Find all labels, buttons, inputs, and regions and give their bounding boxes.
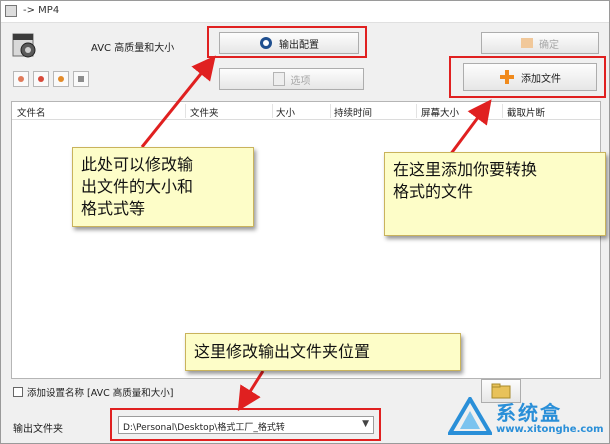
- highlight-output-config: [207, 26, 367, 58]
- annotation-line: 出文件的大小和: [81, 177, 194, 196]
- delete-icon[interactable]: [33, 71, 49, 87]
- column-header-screen-size[interactable]: 屏幕大小: [421, 105, 459, 119]
- column-divider: [185, 104, 186, 118]
- play-icon[interactable]: [53, 71, 69, 87]
- add-setting-name-checkbox[interactable]: [13, 387, 23, 397]
- image-icon[interactable]: [13, 71, 29, 87]
- annotation-output-folder: 这里修改输出文件夹位置: [185, 333, 461, 371]
- highlight-add-file: [449, 56, 606, 98]
- annotation-line: 此处可以修改输: [81, 155, 194, 174]
- options-button[interactable]: 选项: [219, 68, 364, 90]
- watermark-name: 系统盒: [496, 401, 562, 425]
- annotation-output-config: 此处可以修改输 出文件的大小和 格式式等: [72, 147, 254, 227]
- watermark-logo-icon: [448, 397, 492, 435]
- confirm-button[interactable]: 确定: [481, 32, 599, 54]
- file-toolbar: [13, 71, 89, 87]
- add-setting-name-label: 添加设置名称 [AVC 高质量和大小]: [27, 388, 174, 399]
- media-info-icon[interactable]: [73, 71, 89, 87]
- annotation-line: 在这里添加你要转换: [393, 160, 538, 179]
- mp4-format-icon: [12, 33, 36, 58]
- app-icon: [5, 5, 17, 17]
- column-divider: [272, 104, 273, 118]
- window-title: -> MP4: [23, 5, 60, 16]
- options-label: 选项: [290, 75, 311, 87]
- column-header-filename[interactable]: 文件名: [17, 105, 46, 119]
- highlight-output-folder: [110, 408, 381, 441]
- watermark-site: www.xitonghe.com: [496, 424, 604, 435]
- column-divider: [502, 104, 503, 118]
- table-header: 文件名 文件夹 大小 持续时间 屏幕大小 截取片断: [12, 102, 600, 120]
- annotation-line: 格式的文件: [393, 182, 474, 201]
- column-header-clip[interactable]: 截取片断: [507, 105, 545, 119]
- add-setting-name-option[interactable]: 添加设置名称 [AVC 高质量和大小]: [13, 385, 173, 399]
- confirm-icon: [521, 38, 533, 48]
- column-header-size[interactable]: 大小: [276, 105, 295, 119]
- column-divider: [330, 104, 331, 118]
- confirm-label: 确定: [539, 39, 559, 51]
- title-bar: -> MP4: [1, 1, 609, 23]
- column-header-folder[interactable]: 文件夹: [190, 105, 219, 119]
- format-profile-label: AVC 高质量和大小: [91, 43, 175, 54]
- watermark: 系统盒 www.xitonghe.com: [448, 395, 606, 441]
- output-folder-label: 输出文件夹: [13, 424, 63, 435]
- options-icon: [272, 72, 285, 86]
- column-divider: [416, 104, 417, 118]
- annotation-add-file: 在这里添加你要转换 格式的文件: [384, 152, 606, 236]
- column-header-duration[interactable]: 持续时间: [334, 105, 372, 119]
- annotation-line: 格式式等: [81, 199, 146, 218]
